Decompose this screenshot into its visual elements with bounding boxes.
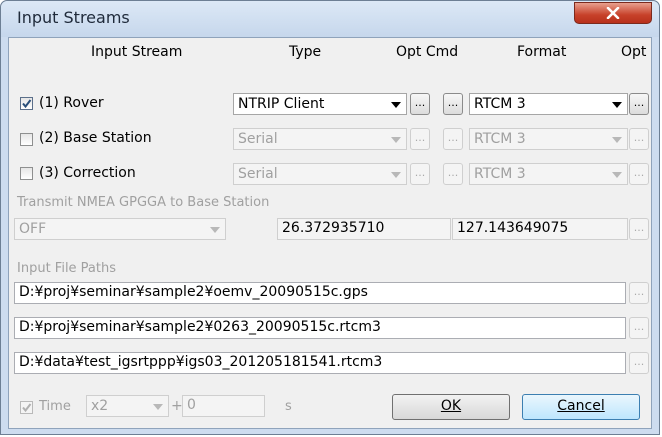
stream-1-format-value: RTCM 3 xyxy=(474,96,526,112)
stream-2-checkbox[interactable] xyxy=(20,133,33,146)
file-path-2-browse-button[interactable]: ... xyxy=(629,317,649,339)
chevron-down-icon xyxy=(391,172,401,178)
chevron-down-icon xyxy=(612,172,622,178)
chevron-down-icon xyxy=(391,102,401,108)
file-path-2-field[interactable]: D:¥proj¥seminar¥sample2¥0263_20090515c.r… xyxy=(14,317,626,339)
stream-3-format-select[interactable]: RTCM 3 xyxy=(469,163,628,185)
stream-2-format-opt-button[interactable]: ... xyxy=(629,128,649,150)
chevron-down-icon xyxy=(153,404,163,410)
cancel-button[interactable]: Cancel xyxy=(522,394,640,420)
time-speed-select[interactable]: x2 xyxy=(86,395,169,417)
stream-2-opt-button[interactable]: ... xyxy=(410,128,430,150)
header-format: Format xyxy=(517,44,567,60)
nmea-mode-select[interactable]: OFF xyxy=(14,218,226,240)
ok-button[interactable]: OK xyxy=(392,394,510,420)
stream-3-type-value: Serial xyxy=(238,166,278,182)
stream-2-label: (2) Base Station xyxy=(39,130,152,146)
nmea-longitude-field[interactable]: 127.143649075 xyxy=(452,218,628,240)
stream-2-format-select[interactable]: RTCM 3 xyxy=(469,128,628,150)
dialog-body: Input Stream Type Opt Cmd Format Opt (1)… xyxy=(8,37,652,429)
header-type: Type xyxy=(289,44,322,60)
stream-3-cmd-button[interactable]: ... xyxy=(443,163,463,185)
stream-1-format-select[interactable]: RTCM 3 xyxy=(469,93,628,115)
stream-1-type-value: NTRIP Client xyxy=(238,96,325,112)
nmea-label: Transmit NMEA GPGGA to Base Station xyxy=(17,195,270,210)
header-opt: Opt xyxy=(621,44,647,60)
chevron-down-icon xyxy=(391,137,401,143)
file-path-1-browse-button[interactable]: ... xyxy=(629,282,649,304)
file-path-1-field[interactable]: D:¥proj¥seminar¥sample2¥oemv_20090515c.g… xyxy=(14,282,626,304)
stream-3-checkbox[interactable] xyxy=(20,167,33,180)
stream-3-type-select[interactable]: Serial xyxy=(233,163,407,185)
stream-2-type-select[interactable]: Serial xyxy=(233,128,407,150)
time-label: Time xyxy=(39,399,71,414)
nmea-mode-value: OFF xyxy=(19,221,47,237)
ok-label: OK xyxy=(440,398,462,414)
stream-3-opt-button[interactable]: ... xyxy=(410,163,430,185)
time-offset-field[interactable]: 0 xyxy=(182,395,265,417)
title-bar[interactable]: Input Streams xyxy=(1,1,659,37)
time-plus-label: + xyxy=(171,398,183,414)
file-path-3-field[interactable]: D:¥data¥test_igsrtppp¥igs03_201205181541… xyxy=(14,352,626,374)
check-icon xyxy=(22,403,32,413)
chevron-down-icon xyxy=(612,102,622,108)
header-input-stream: Input Stream xyxy=(91,44,183,60)
stream-1-type-select[interactable]: NTRIP Client xyxy=(233,93,407,115)
time-unit-label: s xyxy=(285,399,292,414)
stream-1-opt-button[interactable]: ... xyxy=(410,93,430,115)
stream-3-label: (3) Correction xyxy=(39,165,136,181)
chevron-down-icon xyxy=(612,137,622,143)
nmea-latitude-field[interactable]: 26.372935710 xyxy=(277,218,451,240)
stream-3-format-value: RTCM 3 xyxy=(474,166,526,182)
cancel-label: Cancel xyxy=(557,398,605,414)
stream-3-format-opt-button[interactable]: ... xyxy=(629,163,649,185)
time-checkbox[interactable] xyxy=(20,401,33,414)
window-title: Input Streams xyxy=(17,8,130,27)
stream-1-label: (1) Rover xyxy=(39,95,104,111)
nmea-opt-button[interactable]: ... xyxy=(629,218,649,240)
input-streams-dialog: Input Streams Input Stream Type Opt Cmd … xyxy=(0,0,660,435)
file-paths-label: Input File Paths xyxy=(17,261,117,276)
stream-2-type-value: Serial xyxy=(238,131,278,147)
stream-2-format-value: RTCM 3 xyxy=(474,131,526,147)
stream-2-cmd-button[interactable]: ... xyxy=(443,128,463,150)
file-path-3-browse-button[interactable]: ... xyxy=(629,352,649,374)
stream-1-cmd-button[interactable]: ... xyxy=(443,93,463,115)
chevron-down-icon xyxy=(210,227,220,233)
check-icon xyxy=(22,99,32,109)
header-opt-cmd: Opt Cmd xyxy=(396,44,459,60)
stream-1-checkbox[interactable] xyxy=(20,97,33,110)
close-button[interactable] xyxy=(574,2,652,24)
close-icon xyxy=(606,7,620,19)
time-speed-value: x2 xyxy=(91,398,109,414)
stream-1-format-opt-button[interactable]: ... xyxy=(629,93,649,115)
